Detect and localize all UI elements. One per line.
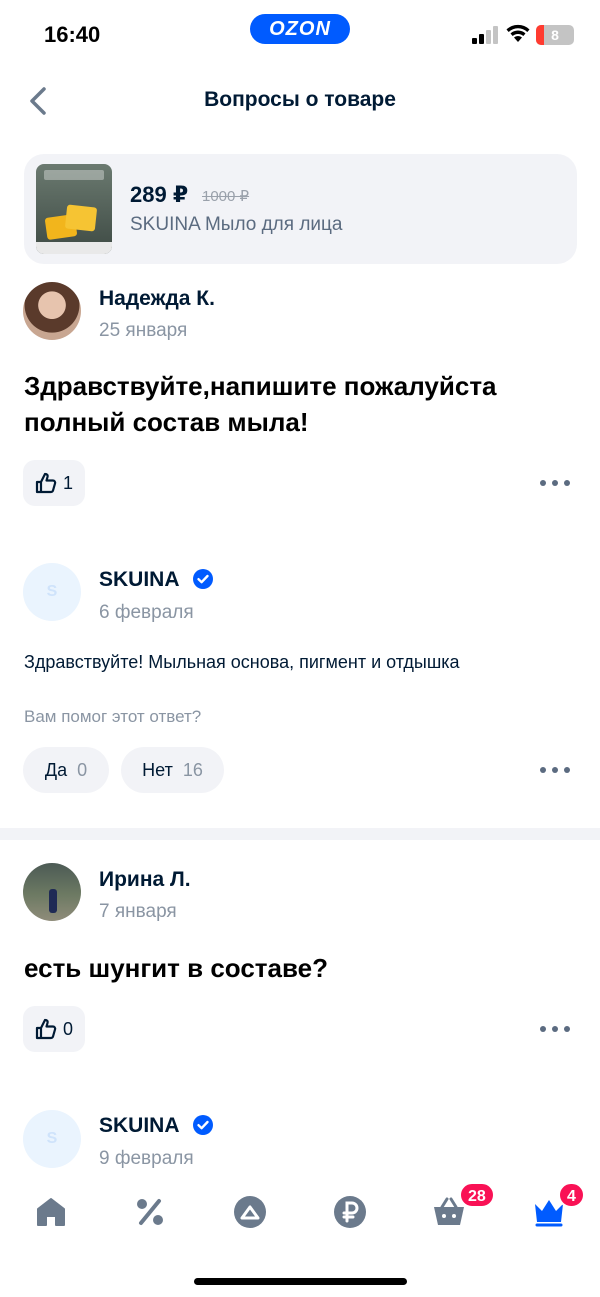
question-text-line: Здравствуйте,напишите пожалуйста: [24, 371, 497, 401]
helpful-no-count: 16: [182, 759, 203, 780]
product-old-price: 1000 ₽: [202, 188, 250, 205]
seller-avatar: S: [23, 1110, 81, 1168]
home-icon[interactable]: [33, 1194, 69, 1230]
like-count: 1: [63, 472, 74, 493]
helpful-yes-label: Да: [44, 759, 68, 780]
battery-level: 8: [551, 27, 559, 43]
helpful-no-button[interactable]: Нет 16: [121, 747, 224, 793]
more-options-icon[interactable]: [540, 473, 570, 493]
answer-author: SKUINA: [99, 1114, 180, 1137]
percent-icon[interactable]: [132, 1194, 168, 1230]
helpful-no-label: Нет: [142, 759, 173, 780]
question-date: 7 января: [99, 901, 177, 922]
answer-text: Здравствуйте! Мыльная основа, пигмент и …: [24, 652, 460, 672]
wifi-icon: [506, 24, 530, 42]
status-bar: 16:40 OZON 8: [0, 0, 600, 70]
home-indicator: [194, 1278, 407, 1285]
helpful-yes-count: 0: [77, 759, 88, 780]
verified-badge-icon: [193, 569, 213, 589]
verified-badge-icon: [193, 1115, 213, 1135]
more-options-icon[interactable]: [540, 1019, 570, 1039]
profile-badge: 4: [558, 1182, 585, 1208]
answer-date: 6 февраля: [99, 602, 194, 623]
cellular-signal-icon: [472, 26, 498, 44]
ozon-app-badge: OZON: [250, 14, 350, 44]
seller-avatar: S: [23, 563, 81, 621]
page-title: Вопросы о товаре: [204, 88, 396, 111]
page-header: Вопросы о товаре: [0, 70, 600, 132]
avatar: [23, 863, 81, 921]
product-thumbnail: [36, 164, 112, 254]
cart-badge: 28: [459, 1182, 495, 1208]
question-date: 25 января: [99, 320, 188, 341]
like-count: 0: [63, 1018, 74, 1039]
product-price: 289 ₽: [130, 182, 189, 207]
question-text-line: полный состав мыла!: [24, 407, 309, 437]
question-author: Ирина Л.: [99, 868, 191, 891]
avatar: [23, 282, 81, 340]
product-name: SKUINA Мыло для лица: [130, 214, 343, 235]
like-button[interactable]: 1: [23, 460, 86, 506]
helpful-yes-button[interactable]: Да 0: [23, 747, 109, 793]
product-card[interactable]: 289 ₽ 1000 ₽ SKUINA Мыло для лица: [24, 154, 577, 264]
like-button[interactable]: 0: [23, 1006, 86, 1052]
answer-date: 9 февраля: [99, 1148, 194, 1169]
question-text: есть шунгит в составе?: [24, 953, 328, 983]
thumbs-up-icon: [35, 1018, 57, 1040]
helpful-prompt: Вам помог этот ответ?: [24, 707, 202, 726]
section-divider: [0, 828, 600, 840]
fresh-icon[interactable]: [232, 1194, 268, 1230]
answer-author: SKUINA: [99, 568, 180, 591]
question-text: Здравствуйте,напишите пожалуйста полный …: [24, 368, 576, 440]
thumbs-up-icon: [35, 472, 57, 494]
ruble-icon[interactable]: [332, 1194, 368, 1230]
battery-icon: 8: [536, 25, 574, 45]
question-author: Надежда К.: [99, 287, 215, 310]
more-options-icon[interactable]: [540, 760, 570, 780]
status-time: 16:40: [44, 22, 101, 47]
